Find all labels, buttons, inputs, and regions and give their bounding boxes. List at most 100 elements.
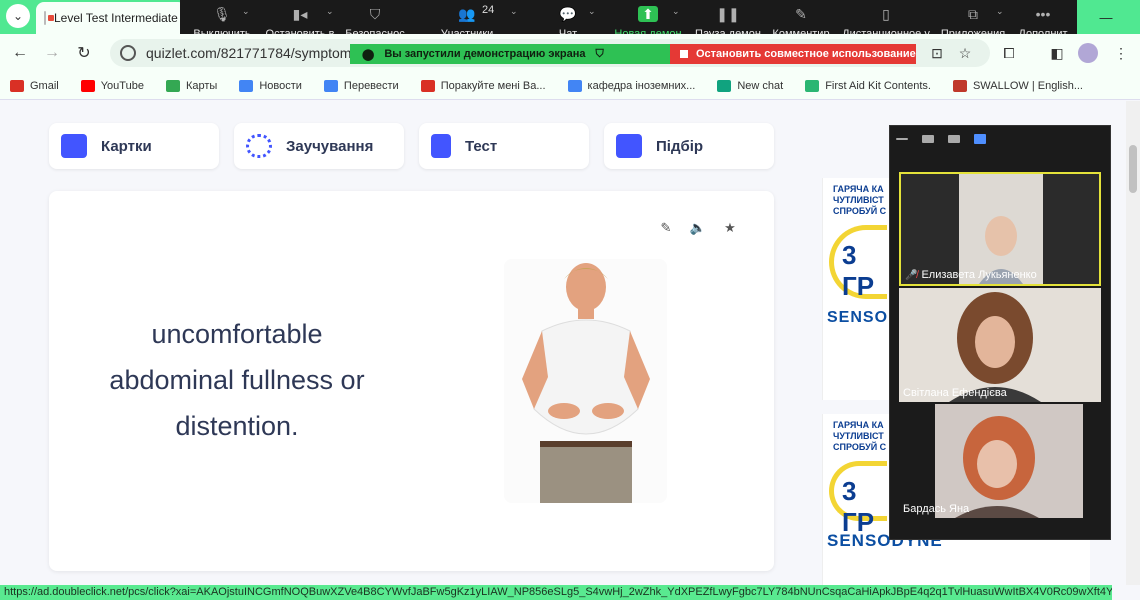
chevron-up-icon[interactable]: ⌄ [326,6,334,17]
mode-learn-button[interactable]: Заучування [234,123,404,169]
site-icon [952,79,967,92]
participant-tile[interactable]: Бардась Яна [899,404,1101,518]
chevron-up-icon[interactable]: ⌄ [588,6,596,17]
star-icon: ☆ [958,44,972,61]
site-info-icon[interactable] [120,45,136,61]
mode-test-button[interactable]: Тест [419,123,589,169]
bookmark-label: Перевести [343,79,399,92]
chat-icon: 💬 [559,5,577,22]
gallery-view-icon[interactable] [974,134,986,144]
learn-icon [246,134,272,158]
bookmark-label: SWALLOW | English... [972,79,1083,92]
bookmark-item[interactable]: Поракуйте мені Ва... [420,79,546,92]
card-line: uncomfortable [151,319,323,349]
tab-search-button[interactable]: ⌄ [6,4,30,28]
kebab-menu-icon: ⋮ [1114,44,1128,61]
side-panel-button[interactable]: ◧ [1046,42,1068,64]
install-icon: ⊡ [931,44,943,61]
mode-flashcards-button[interactable]: Картки [49,123,219,169]
reload-button[interactable]: ↻ [72,41,96,65]
mode-match-button[interactable]: Підбір [604,123,774,169]
forward-button[interactable]: → [40,41,64,65]
minimize-button[interactable]: — [1086,0,1126,34]
extensions-button[interactable]: ⧠ [998,42,1020,64]
bookmark-item[interactable]: SWALLOW | English... [952,79,1083,92]
ad-line: ГАРЯЧА КА [833,184,884,194]
puzzle-icon: ⧠ [1003,44,1015,61]
chevron-up-icon[interactable]: ⌄ [242,6,250,17]
participant-tile[interactable]: Світлана Ефендієва [899,288,1101,402]
shield-check-icon: ⛉ [595,47,604,60]
minimize-icon: — [1099,9,1113,25]
mode-label: Картки [101,137,152,155]
bookmark-item[interactable]: Перевести [323,79,399,92]
participant-name-label: Світлана Ефендієва [903,387,1007,399]
microphone-icon: 🎙 [213,5,231,22]
bookmark-label: Поракуйте мені Ва... [440,79,546,92]
bookmark-item[interactable]: Карты [165,79,217,92]
share-screen-icon: ⬆ [638,6,658,22]
mouse-icon: ▯ [882,5,890,22]
ad-number: 3 ГР [829,461,887,537]
gmail-icon [10,79,24,92]
star-button[interactable]: ★ [721,219,739,237]
bookmark-item[interactable]: Новости [239,79,302,92]
browser-tab[interactable]: Level Test Intermediate B [36,2,186,34]
bookmark-item[interactable]: кафедра іноземних... [567,79,696,92]
card-line: abdominal fullness or [109,365,365,395]
bookmark-item[interactable]: New chat [717,79,784,92]
bookmark-star-button[interactable]: ☆ [954,42,976,64]
man-holding-belly-illustration [504,259,667,503]
bookmark-item[interactable]: First Aid Kit Contents. [805,79,931,92]
card-line: distention. [175,411,299,441]
speaker-view-icon[interactable] [922,135,934,143]
profile-avatar[interactable] [1078,43,1098,63]
participant-video [899,288,1101,402]
chatgpt-icon [717,79,732,92]
card-definition: uncomfortable abdominal fullness or dist… [77,311,397,449]
flashcard[interactable]: ✎ 🔈 ★ uncomfortable abdominal fullness o… [49,191,774,571]
ad-line: ЧУТЛИВІСТ [833,195,884,205]
bookmark-item[interactable]: Gmail [10,79,59,92]
ad-headline: ГАРЯЧА КА ЧУТЛИВІСТ СПРОБУЙ С [823,178,890,217]
bookmark-item[interactable]: YouTube [80,79,144,92]
chevron-down-icon: ⌄ [12,9,24,23]
install-app-button[interactable]: ⊡ [926,42,948,64]
audio-button[interactable]: 🔈 [689,219,707,237]
bookmark-label: Gmail [30,79,59,92]
bookmarks-bar: Gmail YouTube Карты Новости Перевести Поракуй… [0,72,1140,100]
bookmark-label: кафедра іноземних... [587,79,696,92]
page-scrollbar[interactable] [1126,101,1140,585]
ad-number: 3 ГР [829,225,887,301]
test-icon [431,134,451,158]
bookmark-label: New chat [737,79,784,92]
gmail-icon [420,79,435,92]
card-image [504,259,667,503]
chevron-up-icon[interactable]: ⌄ [510,6,518,17]
stop-share-button[interactable]: Остановить совместное использование [670,44,916,64]
news-icon [239,79,254,92]
edit-button[interactable]: ✎ [657,219,675,237]
chevron-up-icon[interactable]: ⌄ [672,6,680,17]
share-status-icon: ⬤ [362,48,375,61]
participant-tile[interactable]: 🎤̸ Елизавета Лукьяненко [899,172,1101,286]
chevron-up-icon[interactable]: ⌄ [996,6,1004,17]
cards-icon [61,134,87,158]
participant-name: Бардась Яна [903,503,970,515]
sensodyne-ad-top[interactable]: ГАРЯЧА КА ЧУТЛИВІСТ СПРОБУЙ С 3 ГР SENSO… [822,178,890,400]
scrollbar-thumb[interactable] [1129,145,1137,193]
back-button[interactable]: ← [8,41,32,65]
tab-title: Level Test Intermediate B [54,11,186,25]
screen-share-banner: ⬤ Вы запустили демонстрацию экрана ⛉ [350,44,670,64]
participant-name: Елизавета Лукьяненко [921,269,1037,281]
participant-name-label: 🎤̸ Елизавета Лукьяненко [905,269,1037,281]
arrow-right-icon: → [44,44,60,61]
muted-microphone-icon: 🎤̸ [905,269,918,281]
strip-view-icon[interactable] [948,135,960,143]
participants-count: 24 [482,4,495,16]
mode-label: Підбір [656,137,704,155]
chrome-menu-button[interactable]: ⋮ [1110,42,1132,64]
minimize-view-icon[interactable] [896,138,908,140]
reload-icon: ↻ [77,45,91,62]
ad-brand: SENSOD [827,309,890,326]
